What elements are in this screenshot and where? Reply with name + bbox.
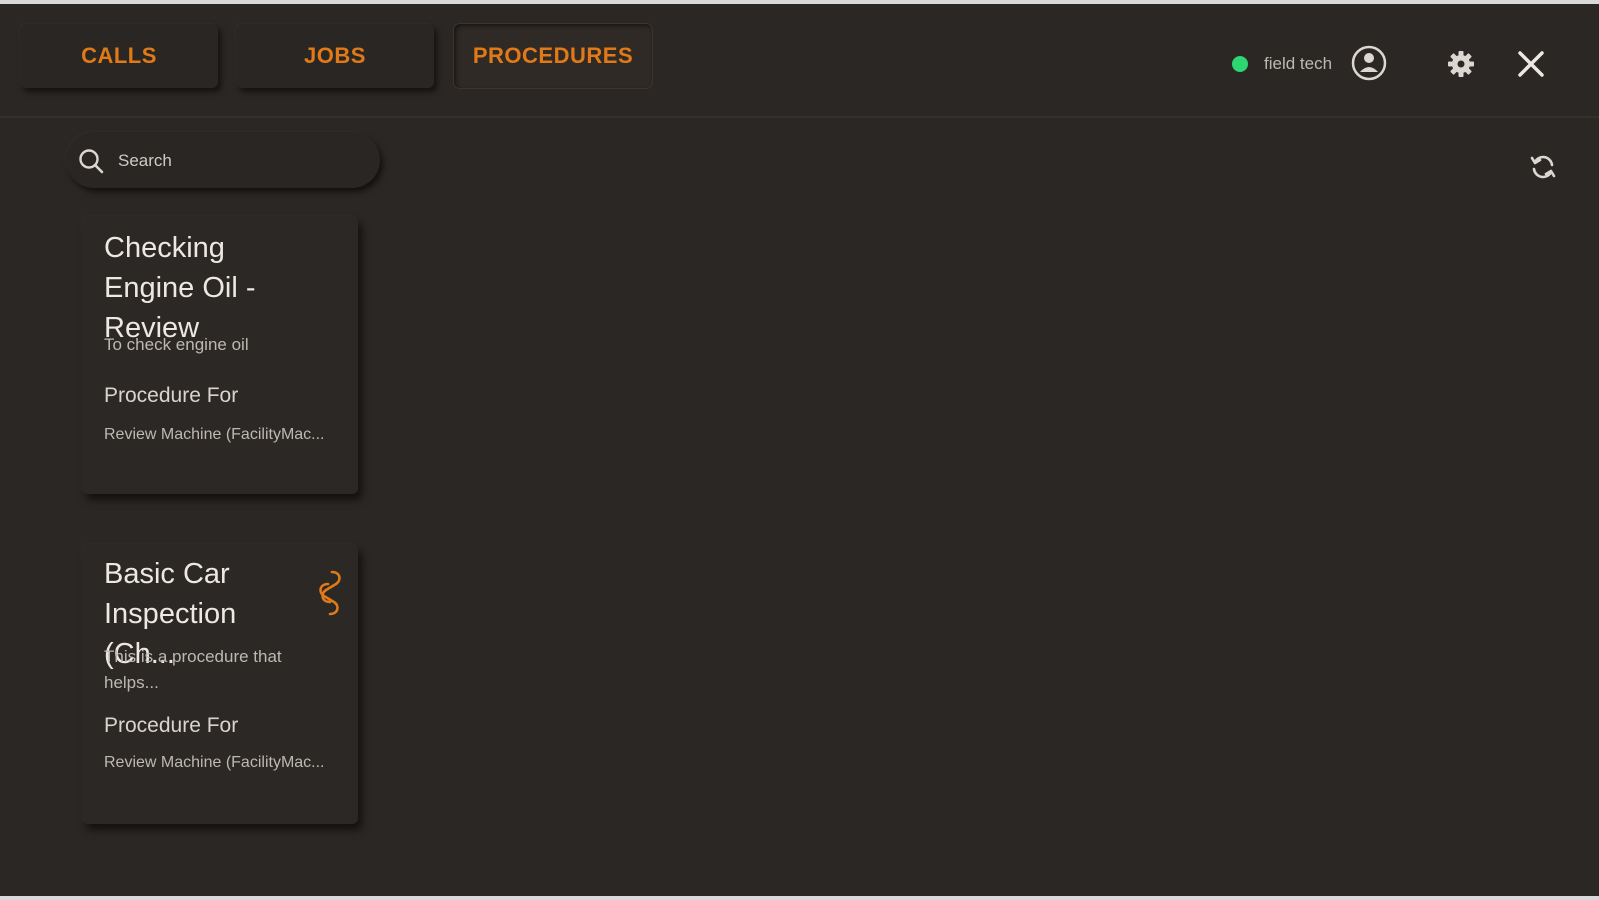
procedure-card[interactable]: Basic Car Inspection (Ch... This is a pr… — [82, 544, 358, 824]
tab-jobs[interactable]: JOBS — [236, 24, 434, 88]
tab-jobs-label: JOBS — [304, 43, 366, 68]
link-chain-icon — [319, 570, 341, 616]
tab-calls-label: CALLS — [81, 43, 157, 68]
card-label: Procedure For — [104, 384, 239, 407]
tab-procedures[interactable]: PROCEDURES — [454, 24, 652, 88]
search-icon — [79, 149, 104, 174]
card-value: Review Machine (FacilityMac... — [104, 426, 325, 443]
user-avatar-icon[interactable] — [1350, 44, 1388, 82]
app-window: CALLS JOBS PROCEDURES field tech Search … — [0, 4, 1599, 896]
user-name: field tech — [1264, 54, 1333, 73]
tab-procedures-label: PROCEDURES — [472, 43, 634, 68]
close-icon[interactable] — [1515, 48, 1547, 80]
card-description: To check engine oil — [104, 335, 249, 354]
card-value: Review Machine (FacilityMac... — [104, 754, 325, 771]
tab-calls[interactable]: CALLS — [20, 24, 218, 88]
top-bar: CALLS JOBS PROCEDURES field tech — [0, 4, 1599, 118]
refresh-icon[interactable] — [1528, 152, 1558, 182]
card-title: Checking Engine Oil - Review — [104, 232, 256, 344]
search-box — [66, 132, 380, 188]
procedure-card[interactable]: Checking Engine Oil - Review To check en… — [82, 216, 358, 494]
online-status-indicator — [1232, 56, 1248, 72]
card-label: Procedure For — [104, 714, 239, 737]
gear-icon[interactable] — [1446, 49, 1476, 79]
card-description: This is a procedure that helps... — [104, 647, 282, 692]
search-input[interactable] — [116, 146, 370, 176]
